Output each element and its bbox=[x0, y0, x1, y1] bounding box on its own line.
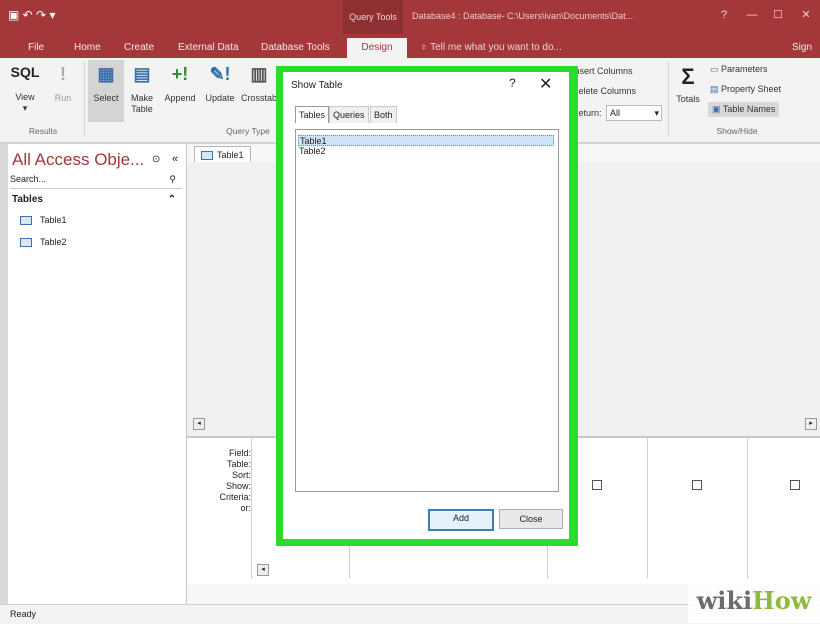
tab-file[interactable]: File bbox=[24, 38, 48, 58]
nav-pane-title[interactable]: All Access Obje... bbox=[12, 150, 144, 170]
results-group-label: Results bbox=[28, 126, 58, 136]
field-row-label: Field: bbox=[228, 448, 251, 458]
quick-access-toolbar[interactable]: ▣ ↶ ↷ ▾ bbox=[8, 8, 55, 22]
update-icon: ✎! bbox=[209, 64, 231, 84]
add-button[interactable]: Add bbox=[428, 509, 494, 531]
crosstab-icon: ▥ bbox=[250, 64, 268, 84]
title-bar: ▣ ↶ ↷ ▾ Query Tools Database4 : Database… bbox=[0, 0, 820, 34]
search-icon: ⚲ bbox=[169, 174, 176, 184]
table-names-icon: ▣ bbox=[712, 104, 723, 114]
show-table-dialog: Show Table ? ✕ Tables Queries Both Table… bbox=[283, 72, 569, 539]
append-icon: +! bbox=[171, 64, 189, 84]
grid-scroll-left-icon[interactable]: ◂ bbox=[257, 564, 269, 576]
nav-search-input[interactable]: Search... ⚲ bbox=[10, 174, 182, 189]
show-checkbox[interactable] bbox=[592, 480, 602, 490]
dialog-tab-queries[interactable]: Queries bbox=[329, 106, 369, 123]
run-icon: ! bbox=[60, 64, 66, 84]
query-tools-context-label: Query Tools bbox=[343, 0, 403, 34]
show-checkbox[interactable] bbox=[692, 480, 702, 490]
dialog-title: Show Table bbox=[291, 80, 343, 91]
tell-me-box[interactable]: ♀ Tell me what you want to do... bbox=[420, 38, 562, 58]
show-hide-group-label: Show/Hide bbox=[716, 126, 758, 136]
sql-view-icon: SQL bbox=[10, 64, 40, 80]
window-title: Database4 : Database- C:\Users\ivan\Docu… bbox=[412, 11, 634, 21]
delete-columns-button[interactable]: Delete Columns bbox=[572, 86, 636, 97]
collapse-section-icon: ⌃ bbox=[167, 194, 176, 205]
property-sheet-button[interactable]: ▤ Property Sheet bbox=[710, 84, 781, 95]
sort-row-label: Sort: bbox=[231, 470, 251, 480]
ribbon-tabs: File Home Create External Data Database … bbox=[0, 34, 820, 73]
sign-in-link[interactable]: Sign in bbox=[788, 38, 820, 73]
totals-button[interactable]: Σ Totals bbox=[674, 64, 702, 105]
grid-row-labels: Field: Table: Sort: Show: Criteria: or: bbox=[193, 448, 251, 514]
property-sheet-icon: ▤ bbox=[710, 84, 722, 94]
tab-database-tools[interactable]: Database Tools bbox=[257, 38, 334, 58]
view-button[interactable]: SQL View ▾ bbox=[10, 64, 40, 114]
grid-column-divider bbox=[647, 438, 648, 578]
tab-design[interactable]: Design bbox=[347, 38, 407, 58]
criteria-row-label: Criteria: bbox=[219, 492, 251, 502]
make-table-icon: ▤ bbox=[133, 64, 151, 84]
append-button[interactable]: +! Append bbox=[160, 64, 200, 104]
maximize-icon[interactable]: ☐ bbox=[766, 6, 790, 24]
parameters-button[interactable]: ▭ Parameters bbox=[710, 64, 768, 75]
select-query-button[interactable]: ▦ Select bbox=[88, 60, 124, 122]
select-query-icon: ▦ bbox=[97, 64, 115, 84]
help-icon[interactable]: ? bbox=[712, 6, 736, 24]
group-divider bbox=[84, 62, 85, 136]
tab-home[interactable]: Home bbox=[70, 38, 105, 58]
return-select[interactable]: All ▾ bbox=[606, 105, 662, 121]
dialog-tab-tables[interactable]: Tables bbox=[295, 106, 330, 123]
tab-external-data[interactable]: External Data bbox=[174, 38, 243, 58]
dialog-close-icon[interactable]: ✕ bbox=[539, 74, 552, 94]
list-item-table1[interactable]: Table1 bbox=[298, 135, 554, 146]
table-row-label: Table: bbox=[226, 459, 251, 469]
minimize-icon[interactable]: — bbox=[740, 6, 764, 24]
wikihow-watermark-logo: wikiHow bbox=[688, 578, 820, 623]
table-list[interactable]: Table1 Table2 bbox=[295, 129, 559, 492]
parameters-icon: ▭ bbox=[710, 64, 722, 74]
show-checkbox[interactable] bbox=[790, 480, 800, 490]
tab-create[interactable]: Create bbox=[120, 38, 158, 58]
dialog-tab-both[interactable]: Both bbox=[370, 106, 397, 123]
scroll-left-icon[interactable]: ◂ bbox=[193, 418, 205, 430]
dialog-help-icon[interactable]: ? bbox=[509, 76, 516, 90]
grid-column-divider bbox=[747, 438, 748, 578]
nav-menu-chevron-icon[interactable]: ⊙ bbox=[152, 154, 160, 165]
list-item-table2[interactable]: Table2 bbox=[298, 146, 555, 157]
close-button[interactable]: Close bbox=[499, 509, 563, 529]
group-divider bbox=[668, 62, 669, 136]
insert-columns-button[interactable]: Insert Columns bbox=[572, 66, 633, 77]
status-text: Ready bbox=[10, 609, 37, 619]
collapse-pane-icon[interactable]: « bbox=[172, 153, 178, 165]
document-tab-table1[interactable]: Table1 bbox=[194, 146, 251, 163]
crosstab-button[interactable]: ▥ Crosstab bbox=[239, 64, 279, 104]
show-row-label: Show: bbox=[225, 481, 251, 491]
run-button[interactable]: ! Run bbox=[50, 64, 76, 104]
update-button[interactable]: ✎! Update bbox=[201, 64, 239, 104]
make-table-button[interactable]: ▤ Make Table bbox=[126, 64, 158, 115]
close-window-icon[interactable]: ✕ bbox=[794, 6, 818, 24]
table-icon bbox=[20, 238, 32, 248]
or-row-label: or: bbox=[240, 503, 251, 513]
scroll-right-icon[interactable]: ▸ bbox=[805, 418, 817, 430]
navigation-pane: All Access Obje... ⊙ « Search... ⚲ Table… bbox=[8, 144, 187, 604]
totals-sigma-icon: Σ bbox=[681, 64, 695, 89]
tables-section-header[interactable]: Tables ⌃ bbox=[12, 194, 182, 205]
table-names-button[interactable]: ▣ Table Names bbox=[708, 102, 780, 117]
query-type-group-label: Query Type bbox=[226, 126, 270, 136]
nav-item-table1[interactable]: Table1 bbox=[20, 212, 67, 228]
table-icon bbox=[20, 216, 32, 226]
lightbulb-icon: ♀ bbox=[420, 42, 431, 53]
query-icon bbox=[201, 151, 213, 161]
chevron-down-icon: ▾ bbox=[654, 108, 659, 118]
nav-item-table2[interactable]: Table2 bbox=[20, 234, 67, 250]
grid-column-divider bbox=[251, 438, 252, 578]
